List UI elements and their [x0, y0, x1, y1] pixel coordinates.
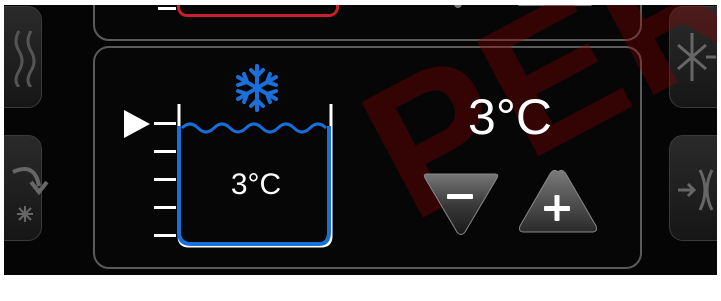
setpoint-temperature: 3°C [468, 89, 552, 145]
water-surface [180, 122, 328, 134]
cool-down-arrow-icon [12, 167, 49, 222]
cool-down-button[interactable] [0, 135, 49, 241]
heat-mode-button[interactable] [0, 6, 42, 108]
frame-top [0, 0, 721, 5]
play-arrow-icon [124, 110, 150, 138]
fast-cool-button[interactable] [669, 6, 721, 108]
snowflake-icon [236, 64, 278, 112]
snowflake-arrow-icon [677, 33, 716, 81]
tank-temperature: 3°C [230, 168, 282, 201]
inflow-icon [678, 169, 714, 211]
frame-right [717, 0, 721, 301]
decrease-button[interactable] [421, 170, 501, 238]
tank-graphic [124, 64, 333, 248]
level-ticks [154, 122, 176, 237]
increase-button[interactable] [516, 168, 600, 236]
control-screen: PER 3°C 3°C [0, 0, 721, 301]
inflow-button[interactable] [669, 135, 721, 241]
heat-waves-icon [14, 30, 36, 87]
upper-level-tick [158, 7, 176, 10]
frame-left [0, 0, 4, 301]
frame-bottom [0, 275, 721, 301]
minus-icon [447, 194, 473, 199]
